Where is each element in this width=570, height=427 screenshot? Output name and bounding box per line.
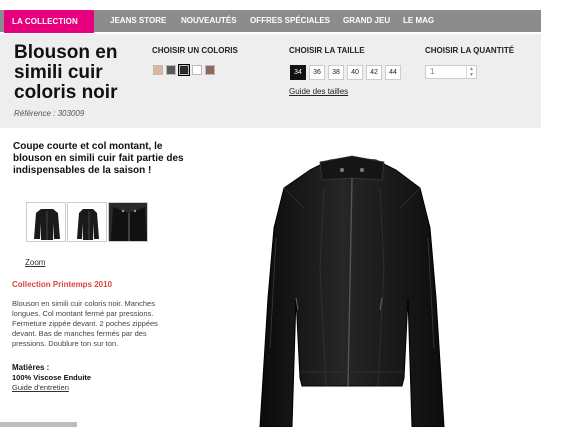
nav-item-grand-jeu[interactable]: GRAND JEU	[343, 10, 390, 32]
nav-item-nouveautes[interactable]: NOUVEAUTÉS	[181, 10, 237, 32]
zoom-link[interactable]: Zoom	[25, 258, 45, 267]
quantity-value: 1	[430, 67, 435, 76]
product-title: Blouson en simili cuir coloris noir	[14, 43, 149, 103]
main-nav: LA COLLECTION JEANS STORE NOUVEAUTÉS OFF…	[0, 10, 541, 33]
product-description: Blouson en simili cuir coloris noir. Man…	[12, 299, 158, 348]
color-swatch[interactable]	[166, 65, 176, 75]
nav-item-le-mag[interactable]: LE MAG	[403, 10, 434, 32]
color-swatch-selected[interactable]	[178, 64, 190, 76]
description-headline: Coupe courte et col montant, le blouson …	[13, 141, 184, 176]
product-title-line: Blouson en	[14, 42, 118, 63]
product-header: Blouson en simili cuir coloris noir Réfé…	[0, 34, 541, 128]
product-title-line: coloris noir	[14, 82, 118, 103]
bottom-scroll-strip	[0, 422, 77, 427]
thumbnail-front[interactable]	[26, 202, 66, 242]
materials-label: Matières :	[12, 363, 50, 372]
size-guide-link[interactable]: Guide des tailles	[289, 87, 348, 96]
nav-item-offres-speciales[interactable]: OFFRES SPÉCIALES	[250, 10, 330, 32]
jacket-thumbnail-icon	[77, 209, 99, 240]
size-option-38[interactable]: 38	[328, 65, 344, 80]
collection-label: Collection Printemps 2010	[12, 280, 113, 289]
nav-item-jeans-store[interactable]: JEANS STORE	[110, 10, 166, 32]
color-swatch[interactable]	[192, 65, 202, 75]
product-reference: Référence : 303009	[14, 109, 85, 118]
stepper-arrows-icon[interactable]: ▲ ▼	[466, 66, 476, 78]
size-option-40[interactable]: 40	[347, 65, 363, 80]
materials-value: 100% Viscose Enduite	[12, 373, 92, 382]
color-label: CHOISIR UN COLORIS	[152, 46, 238, 55]
color-swatches	[153, 64, 215, 76]
size-option-44[interactable]: 44	[385, 65, 401, 80]
product-title-line: simili cuir	[14, 62, 103, 83]
jacket-thumbnail-icon	[34, 209, 60, 240]
size-option-34[interactable]: 34	[290, 65, 306, 80]
size-label: CHOISIR LA TAILLE	[289, 46, 365, 55]
size-option-42[interactable]: 42	[366, 65, 382, 80]
color-swatch[interactable]	[153, 65, 163, 75]
thumbnail-gallery	[26, 202, 149, 242]
care-guide-link[interactable]: Guide d'entretien	[12, 383, 69, 392]
thumbnail-detail[interactable]	[108, 202, 148, 242]
nav-item-la-collection[interactable]: LA COLLECTION	[4, 10, 94, 33]
product-main-image[interactable]	[232, 148, 472, 427]
quantity-label: CHOISIR LA QUANTITÉ	[425, 46, 515, 55]
thumbnail-side[interactable]	[67, 202, 107, 242]
jacket-detail-icon	[109, 203, 147, 241]
quantity-stepper[interactable]: 1 ▲ ▼	[425, 65, 477, 79]
color-swatch[interactable]	[205, 65, 215, 75]
size-options: 34 36 38 40 42 44	[290, 65, 401, 80]
size-option-36[interactable]: 36	[309, 65, 325, 80]
